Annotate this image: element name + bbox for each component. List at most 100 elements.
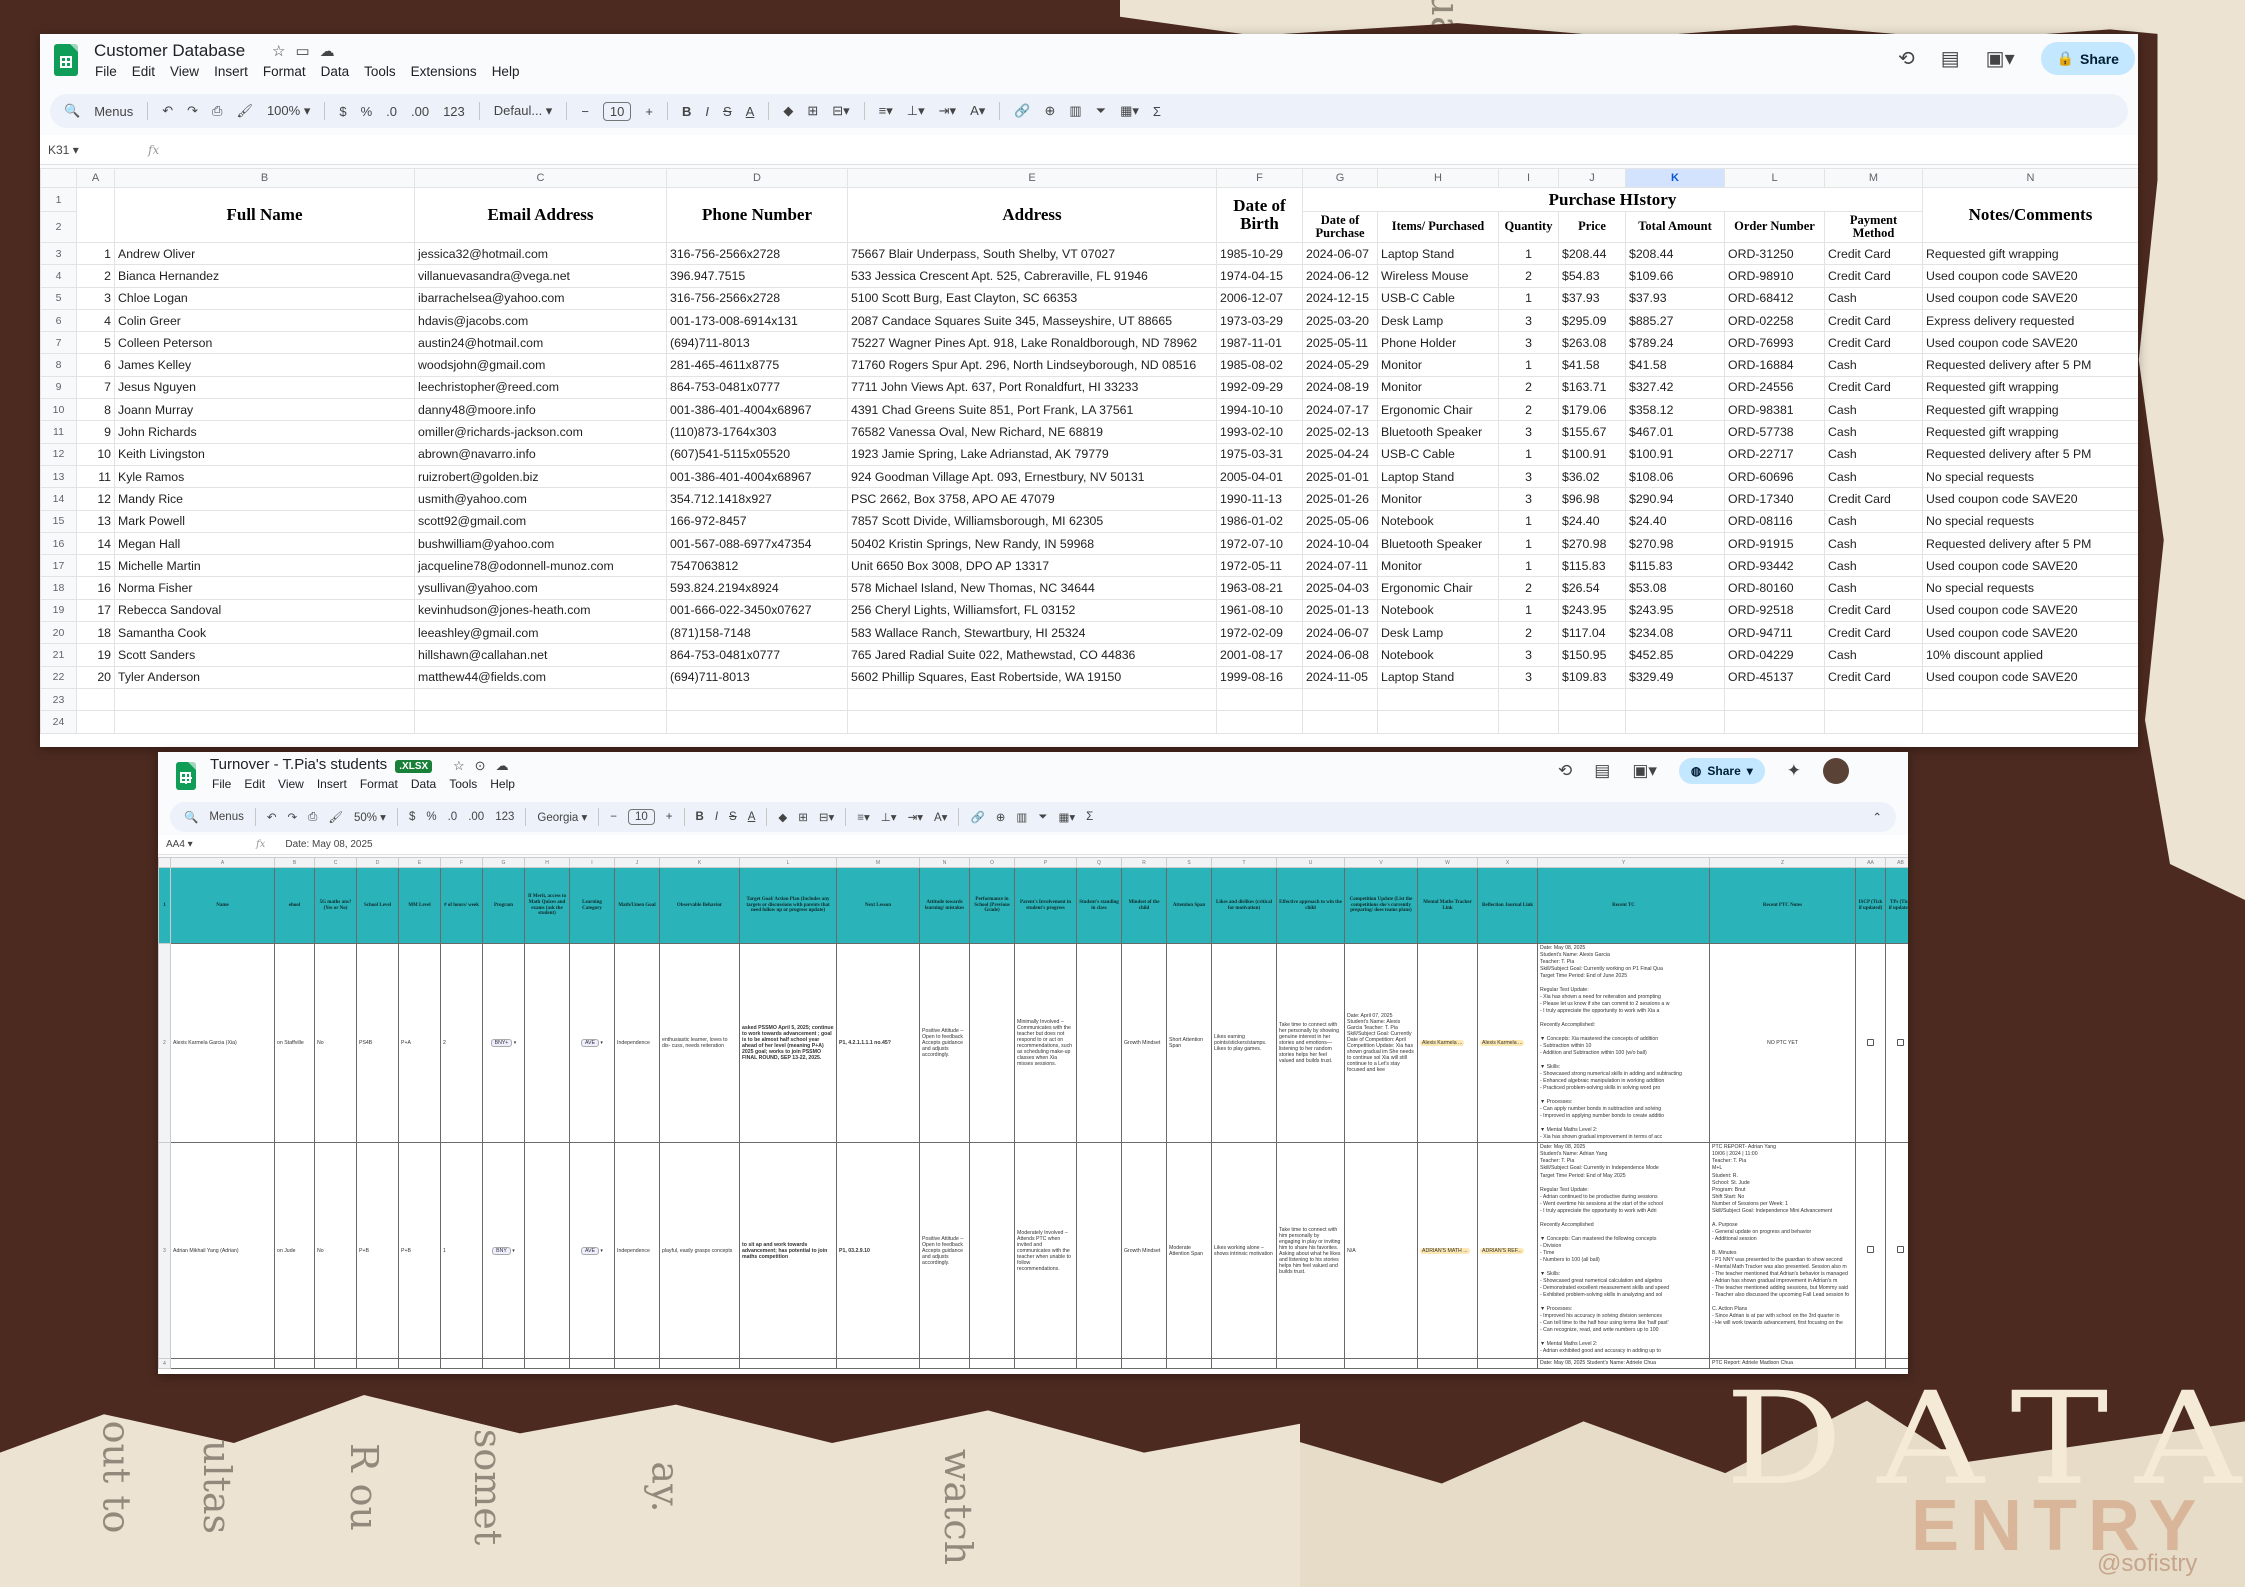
cell[interactable] [274, 1358, 315, 1370]
column-header-b[interactable]: B [114, 168, 415, 188]
cell-item[interactable]: Laptop Stand [1377, 241, 1499, 266]
empty-cell[interactable] [1216, 710, 1303, 734]
cell-full-name[interactable]: Tyler Anderson [114, 665, 415, 689]
cell-notes[interactable]: Requested delivery after 5 PM [1922, 531, 2138, 556]
cell-order[interactable]: ORD-92518 [1724, 598, 1825, 623]
cell-order[interactable]: ORD-60696 [1724, 464, 1825, 489]
version-history-icon[interactable]: ⟲ [1558, 761, 1572, 781]
print-icon[interactable]: ⎙ [308, 811, 317, 824]
cell-date-purchase[interactable]: 2024-10-04 [1302, 531, 1378, 556]
header-cell[interactable]: Math/Umen Goal [614, 867, 660, 944]
decrease-decimal-button[interactable]: .0 [386, 104, 397, 119]
cell[interactable] [969, 1358, 1015, 1370]
cell-quantity[interactable]: 1 [1498, 598, 1559, 623]
cell-price[interactable]: $36.02 [1558, 464, 1626, 489]
column-header-i[interactable]: I [1498, 168, 1559, 188]
cell[interactable] [919, 1358, 970, 1370]
header-payment-method[interactable]: Payment Method [1824, 211, 1923, 243]
cell-notes[interactable]: No special requests [1922, 509, 2138, 533]
cell-item[interactable]: Desk Lamp [1377, 308, 1499, 333]
empty-cell[interactable] [1724, 710, 1825, 734]
column-header[interactable]: D [356, 857, 399, 868]
row-header[interactable]: 4 [158, 1358, 171, 1370]
cell-notes[interactable]: Express delivery requested [1922, 308, 2138, 333]
cell-payment[interactable]: Cash [1824, 442, 1923, 466]
collapse-menus-icon[interactable]: ⌃ [1872, 810, 1882, 824]
cell-address[interactable]: 4391 Chad Greens Suite 851, Port Frank, … [847, 398, 1217, 422]
cell[interactable] [1211, 1358, 1277, 1370]
file-link-chip[interactable]: Alexis Karmela ... [1480, 1040, 1525, 1047]
cloud-status-icon[interactable]: ☁ [496, 758, 509, 774]
document-title[interactable]: Customer Database [94, 41, 245, 61]
cell-date-purchase[interactable]: 2024-07-11 [1302, 554, 1378, 578]
cell-recent-tc[interactable]: Date: May 08, 2025 Student's Name: Alexi… [1537, 942, 1710, 1144]
cell-total[interactable]: $24.40 [1625, 509, 1725, 533]
empty-cell[interactable] [847, 687, 1217, 712]
cell-item[interactable]: Wireless Mouse [1377, 264, 1499, 288]
font-size-decrease-button[interactable]: − [610, 811, 617, 823]
cell-address[interactable]: 5602 Phillip Squares, East Robertside, W… [847, 665, 1217, 689]
row-header[interactable]: 14 [40, 487, 77, 511]
cell-date-purchase[interactable]: 2025-05-06 [1302, 509, 1378, 533]
cell-total[interactable]: $358.12 [1625, 398, 1725, 422]
cell-dob[interactable]: 2006-12-07 [1216, 286, 1303, 310]
menu-view[interactable]: View [170, 64, 199, 79]
cell-date-purchase[interactable]: 2025-01-13 [1302, 598, 1378, 623]
cell-date-purchase[interactable]: 2024-06-12 [1302, 264, 1378, 288]
cell-phone[interactable]: 001-173-008-6914x131 [666, 308, 848, 333]
cell-price[interactable]: $100.91 [1558, 442, 1626, 466]
column-header[interactable]: M [836, 857, 920, 868]
cell-full-name[interactable]: Jesus Nguyen [114, 375, 415, 400]
cell[interactable] [1417, 1358, 1478, 1370]
empty-cell[interactable] [1498, 687, 1559, 712]
cell-quantity[interactable]: 2 [1498, 398, 1559, 422]
empty-cell[interactable] [1625, 710, 1725, 734]
cell-school[interactable]: on Staffville [274, 942, 315, 1144]
cell-payment[interactable]: Credit Card [1824, 241, 1923, 266]
cell-phone[interactable]: 001-666-022-3450x07627 [666, 598, 848, 623]
cell-target-goal[interactable]: to sit ap and work towards advancement; … [739, 1142, 837, 1360]
cell-full-name[interactable]: Andrew Oliver [114, 241, 415, 266]
cell-price[interactable]: $41.58 [1558, 353, 1626, 377]
cell-full-name[interactable]: Michelle Martin [114, 554, 415, 578]
cell-total[interactable]: $452.85 [1625, 643, 1725, 667]
cell-order[interactable]: ORD-08116 [1724, 509, 1825, 533]
cell-payment[interactable]: Credit Card [1824, 621, 1923, 645]
cell[interactable] [398, 1358, 441, 1370]
empty-cell[interactable] [847, 710, 1217, 734]
filter-icon[interactable]: ⏷ [1038, 811, 1047, 824]
currency-format-button[interactable]: $ [409, 811, 415, 823]
cell-phone[interactable]: 316-756-2566x2728 [666, 241, 848, 266]
cell-payment[interactable]: Cash [1824, 464, 1923, 489]
cell-email[interactable]: usmith@yahoo.com [414, 487, 667, 511]
cell-phone[interactable]: (607)541-5115x05520 [666, 442, 848, 466]
cell-total[interactable]: $243.95 [1625, 598, 1725, 623]
cell-total[interactable]: $270.98 [1625, 531, 1725, 556]
cell-dob[interactable]: 1972-02-09 [1216, 621, 1303, 645]
column-header[interactable]: W [1417, 857, 1478, 868]
cell-date-purchase[interactable]: 2025-04-24 [1302, 442, 1378, 466]
cell-payment[interactable]: Cash [1824, 554, 1923, 578]
cell-phone[interactable]: 593.824.2194x8924 [666, 576, 848, 600]
star-icon[interactable]: ☆ [453, 758, 465, 774]
cell-address[interactable]: 7711 John Views Apt. 637, Port Ronaldfur… [847, 375, 1217, 400]
column-header[interactable]: F [440, 857, 483, 868]
row-header[interactable]: 18 [40, 576, 77, 600]
cell-quantity[interactable]: 3 [1498, 420, 1559, 444]
checkbox[interactable] [1897, 1246, 1904, 1254]
empty-cell[interactable] [414, 710, 667, 734]
column-header[interactable]: I [569, 857, 615, 868]
menu-extensions[interactable]: Extensions [411, 64, 477, 79]
column-header[interactable]: N [919, 857, 970, 868]
currency-format-button[interactable]: $ [339, 104, 346, 119]
cell-full-name[interactable]: Chloe Logan [114, 286, 415, 310]
menu-view[interactable]: View [278, 777, 304, 791]
cell-notes[interactable]: Used coupon code SAVE20 [1922, 487, 2138, 511]
cell-payment[interactable]: Credit Card [1824, 598, 1923, 623]
cell-notes[interactable]: Used coupon code SAVE20 [1922, 598, 2138, 623]
empty-cell[interactable] [1377, 710, 1499, 734]
cell-date-purchase[interactable]: 2024-05-29 [1302, 353, 1378, 377]
cell-email[interactable]: abrown@navarro.info [414, 442, 667, 466]
share-button[interactable]: 🔒 Share [2040, 42, 2135, 75]
align-horizontal-icon[interactable]: ≡▾ [879, 103, 893, 119]
